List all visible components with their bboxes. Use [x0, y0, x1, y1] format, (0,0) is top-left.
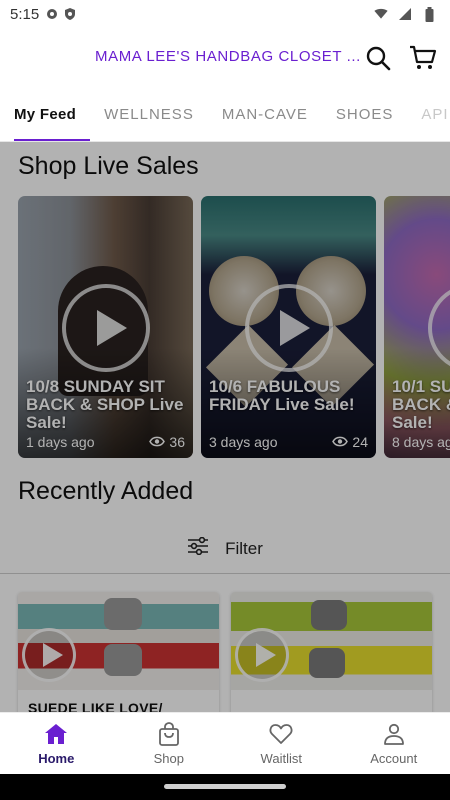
nav-waitlist-label: Waitlist: [260, 751, 302, 766]
live-sale-meta: 3 days ago 24: [209, 434, 368, 450]
product-name: SUEDE LIKE LOVE/: [28, 700, 163, 712]
person-icon: [381, 721, 407, 747]
product-card[interactable]: SUEDE LIKE LOVE/: [18, 592, 219, 712]
nav-home[interactable]: Home: [0, 713, 113, 774]
view-count: 24: [332, 434, 368, 450]
filter-row[interactable]: Filter: [0, 524, 450, 574]
live-sales-heading: Shop Live Sales: [18, 152, 199, 180]
store-title[interactable]: MAMA LEE'S HANDBAG CLOSET ...: [95, 48, 361, 65]
play-icon[interactable]: [22, 628, 76, 682]
live-sale-meta: 8 days ago: [392, 434, 450, 450]
tab-man-cave[interactable]: MAN-CAVE: [208, 88, 322, 141]
view-count-value: 24: [352, 434, 368, 450]
tab-my-feed[interactable]: My Feed: [0, 88, 91, 141]
live-sale-ago: 8 days ago: [392, 434, 450, 450]
charm-detail: [104, 598, 142, 630]
nav-account[interactable]: Account: [338, 713, 450, 774]
heart-icon: [268, 721, 294, 747]
live-sale-ago: 1 days ago: [26, 434, 95, 450]
tab-api[interactable]: API: [407, 88, 450, 141]
feed-content: Shop Live Sales 10/8 SUNDAY SIT BACK & S…: [0, 142, 450, 712]
app-header: MAMA LEE'S HANDBAG CLOSET ...: [0, 28, 450, 88]
live-sale-card[interactable]: 10/6 FABULOUS FRIDAY Live Sale! 3 days a…: [201, 196, 376, 458]
live-sale-ago: 3 days ago: [209, 434, 278, 450]
settings-gear-icon: [45, 7, 59, 21]
recently-added-heading: Recently Added: [18, 477, 194, 505]
play-icon[interactable]: [245, 284, 333, 372]
view-count-value: 36: [169, 434, 185, 450]
search-icon[interactable]: [364, 44, 392, 72]
status-bar: 5:15: [0, 0, 450, 28]
live-sale-title: 10/8 SUNDAY SIT BACK & SHOP Live Sale!: [26, 377, 184, 432]
signal-icon: [398, 7, 412, 21]
filter-sliders-icon[interactable]: [187, 536, 209, 560]
live-sale-meta: 1 days ago 36: [26, 434, 185, 450]
eye-icon: [149, 434, 166, 450]
live-sale-title: 10/6 FABULOUS FRIDAY Live Sale!: [209, 377, 355, 414]
shield-icon: [63, 7, 77, 21]
live-sale-card[interactable]: 10/8 SUNDAY SIT BACK & SHOP Live Sale! 1…: [18, 196, 193, 458]
charm-detail: [309, 648, 345, 678]
filter-label[interactable]: Filter: [225, 539, 263, 559]
category-tabs: My Feed WELLNESS MAN-CAVE SHOES API: [0, 88, 450, 142]
live-sale-card[interactable]: 10/1 SUNDAY SIT BACK & SHOP Live Sale! 8…: [384, 196, 450, 458]
nav-account-label: Account: [370, 751, 418, 766]
view-count: 36: [149, 434, 185, 450]
nav-home-label: Home: [38, 751, 75, 766]
nav-shop[interactable]: Shop: [113, 713, 226, 774]
home-gesture-handle[interactable]: [164, 784, 286, 789]
shopping-bag-icon: [156, 721, 182, 747]
bottom-navigation: Home Shop Waitlist Account: [0, 712, 450, 774]
charm-detail: [104, 644, 142, 676]
wifi-icon: [374, 7, 388, 21]
play-icon[interactable]: [235, 628, 289, 682]
system-gesture-bar: [0, 774, 450, 800]
eye-icon: [332, 434, 349, 450]
tab-wellness[interactable]: WELLNESS: [90, 88, 208, 141]
tab-shoes[interactable]: SHOES: [322, 88, 408, 141]
charm-detail: [311, 600, 347, 630]
nav-shop-label: Shop: [153, 751, 184, 766]
home-icon: [43, 721, 69, 747]
status-time: 5:15: [10, 5, 40, 23]
battery-icon: [422, 6, 436, 22]
live-sale-title: 10/1 SUNDAY SIT BACK & SHOP Live Sale!: [392, 377, 450, 432]
product-card[interactable]: [231, 592, 432, 712]
cart-icon[interactable]: [409, 44, 437, 72]
nav-waitlist[interactable]: Waitlist: [225, 713, 338, 774]
play-icon[interactable]: [62, 284, 150, 372]
